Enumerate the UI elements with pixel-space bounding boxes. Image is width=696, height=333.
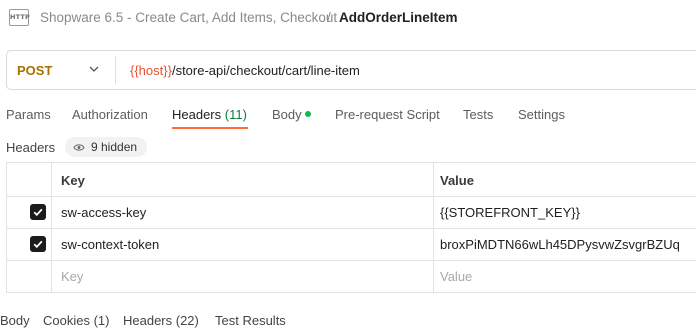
header-key-cell[interactable]: sw-access-key bbox=[61, 205, 146, 220]
header-value-cell[interactable]: {{STOREFRONT_KEY}} bbox=[440, 205, 580, 220]
checkmark-icon bbox=[33, 240, 43, 249]
table-border bbox=[6, 228, 696, 229]
url-input[interactable]: {{host}}/store-api/checkout/cart/line-it… bbox=[130, 63, 360, 78]
response-tab-body[interactable]: Body bbox=[0, 313, 30, 328]
table-border bbox=[433, 162, 434, 293]
row-enabled-checkbox[interactable] bbox=[30, 236, 46, 252]
response-tab-test-results[interactable]: Test Results bbox=[215, 313, 286, 328]
response-tab-cookies[interactable]: Cookies (1) bbox=[43, 313, 109, 328]
header-value-cell[interactable]: broxPiMDTN66wLh45DPysvwZsvgrBZUq bbox=[440, 237, 680, 252]
table-border bbox=[6, 162, 7, 293]
table-border bbox=[6, 196, 696, 197]
header-key-cell[interactable]: sw-context-token bbox=[61, 237, 159, 252]
chevron-down-icon[interactable] bbox=[88, 63, 100, 75]
table-border bbox=[6, 292, 696, 293]
url-path: /store-api/checkout/cart/line-item bbox=[171, 63, 360, 78]
new-header-value-input[interactable]: Value bbox=[440, 269, 472, 284]
http-request-icon: HTTP bbox=[9, 9, 30, 26]
body-content-indicator bbox=[305, 111, 311, 117]
tab-body[interactable]: Body bbox=[272, 107, 302, 122]
active-tab-indicator bbox=[172, 127, 248, 129]
hidden-headers-label: 9 hidden bbox=[91, 140, 138, 154]
column-header-value: Value bbox=[440, 173, 474, 188]
tab-tests[interactable]: Tests bbox=[463, 107, 493, 122]
tab-pre-request-script[interactable]: Pre-request Script bbox=[335, 107, 440, 122]
tab-headers[interactable]: Headers (11) bbox=[172, 107, 247, 122]
tab-headers-count: (11) bbox=[224, 107, 247, 122]
hidden-headers-toggle[interactable]: 9 hidden bbox=[65, 137, 148, 157]
new-header-key-input[interactable]: Key bbox=[61, 269, 83, 284]
breadcrumb-separator: / bbox=[327, 10, 331, 25]
column-header-key: Key bbox=[61, 173, 85, 188]
url-variable: {{host}} bbox=[130, 63, 172, 78]
table-border bbox=[6, 162, 696, 163]
tab-authorization[interactable]: Authorization bbox=[72, 107, 148, 122]
checkmark-icon bbox=[33, 208, 43, 217]
headers-section-label: Headers bbox=[6, 140, 56, 155]
tab-settings[interactable]: Settings bbox=[518, 107, 565, 122]
row-enabled-checkbox[interactable] bbox=[30, 204, 46, 220]
table-border bbox=[51, 162, 52, 293]
tab-params[interactable]: Params bbox=[6, 107, 51, 122]
http-method-select[interactable]: POST bbox=[17, 63, 52, 78]
request-name[interactable]: AddOrderLineItem bbox=[339, 10, 458, 25]
eye-icon bbox=[73, 143, 85, 151]
table-border bbox=[6, 260, 696, 261]
headers-table: Key Value sw-access-key {{STOREFRONT_KEY… bbox=[6, 162, 696, 293]
tab-headers-label: Headers bbox=[172, 107, 222, 122]
breadcrumb-collection[interactable]: Shopware 6.5 - Create Cart, Add Items, C… bbox=[40, 10, 337, 25]
response-tab-headers[interactable]: Headers (22) bbox=[123, 313, 199, 328]
method-divider bbox=[115, 56, 116, 84]
